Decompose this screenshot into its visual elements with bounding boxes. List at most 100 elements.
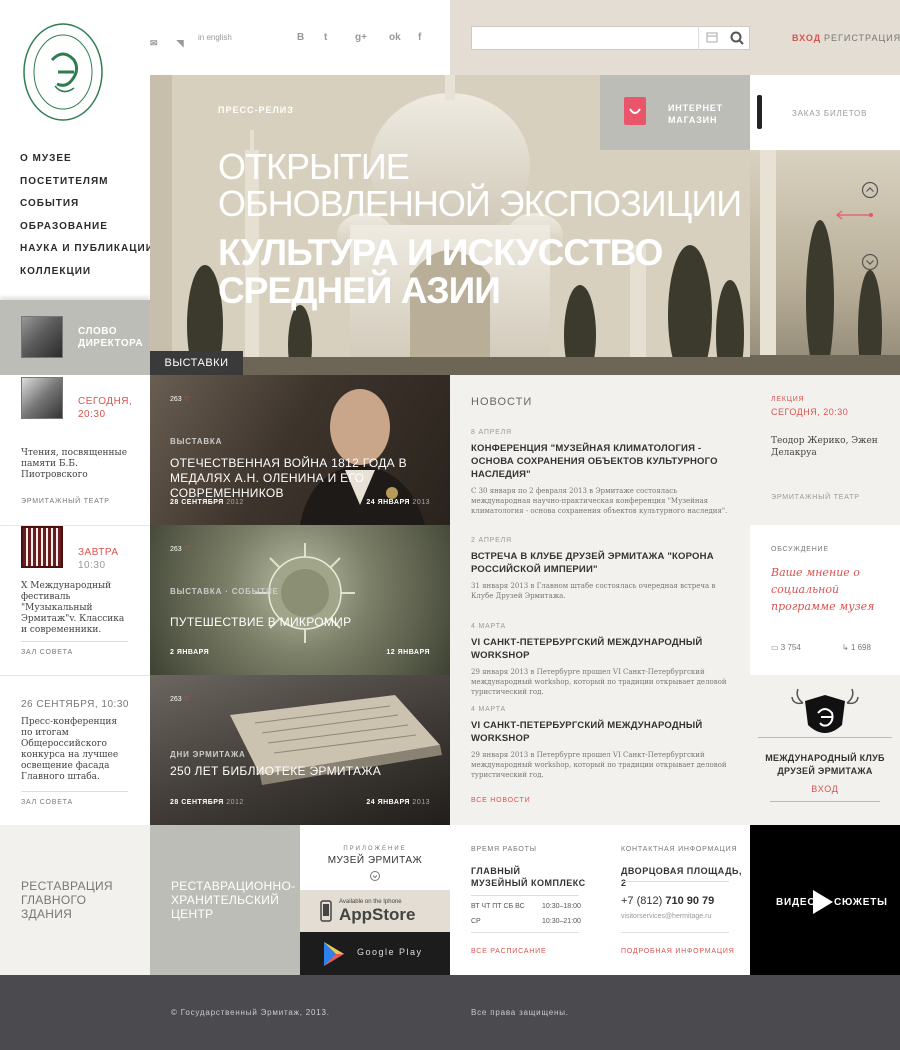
ticket-order-button[interactable]: ЗАКАЗ БИЛЕТОВ (750, 75, 900, 150)
comments-count: ▭ 3 754 (771, 643, 801, 652)
club-title-line1: МЕЖДУНАРОДНЫЙ КЛУБ (765, 753, 885, 763)
feature-tile[interactable]: 263 ♡ ДНИ ЭРМИТАЖА 250 ЛЕТ БИБЛИОТЕКЕ ЭР… (150, 675, 450, 825)
restoration-line3: ЗДАНИЯ (21, 907, 73, 921)
search-button[interactable] (724, 26, 750, 50)
hours-time: 10:30–18:00 (542, 903, 581, 910)
news-item[interactable]: 4 МАРТА VI САНКТ-ПЕТЕРБУРГСКИЙ МЕЖДУНАРО… (471, 705, 731, 780)
event-thumbnail (21, 526, 63, 568)
calendar-icon (706, 32, 718, 43)
google-play-icon (324, 942, 344, 966)
news-item[interactable]: 2 АПРЕЛЯ ВСТРЕЧА В КЛУБЕ ДРУЗЕЙ ЭРМИТАЖА… (471, 536, 731, 601)
hours-days: СР (471, 918, 481, 925)
ticket-toggle-handle[interactable] (757, 95, 762, 129)
divider (770, 801, 880, 802)
vk-icon[interactable]: B (297, 31, 304, 45)
news-title[interactable]: ВСТРЕЧА В КЛУБЕ ДРУЗЕЙ ЭРМИТАЖА "КОРОНА … (471, 550, 731, 576)
restoration-center-tile[interactable]: РЕСТАВРАЦИОННО- ХРАНИТЕЛЬСКИЙ ЦЕНТР (150, 825, 300, 975)
event-place[interactable]: ЗАЛ СОВЕТА (21, 648, 73, 657)
heart-icon[interactable]: ♡ (184, 546, 190, 553)
restoration-line1: РЕСТАВРАЦИЯ (21, 879, 113, 893)
tile-title: ОТЕЧЕСТВЕННАЯ ВОЙНА 1812 ГОДА В МЕДАЛЯХ … (170, 456, 407, 500)
online-shop-button[interactable]: ИНТЕРНЕТ МАГАЗИН (600, 75, 750, 150)
lecture-card[interactable]: ЛЕКЦИЯ СЕГОДНЯ, 20:30 Теодор Жерико, Эже… (750, 375, 900, 525)
director-word-block[interactable]: СЛОВО ДИРЕКТОРА (0, 300, 150, 375)
ticket-order-label: ЗАКАЗ БИЛЕТОВ (792, 109, 868, 118)
discussion-question[interactable]: Ваше мнение о социальной программе музея (771, 564, 891, 615)
news-item[interactable]: 8 АПРЕЛЯ КОНФЕРЕНЦИЯ "МУЗЕЙНАЯ КЛИМАТОЛО… (471, 428, 731, 516)
video-stories-tile[interactable]: ВИДЕО СЮЖЕТЫ (750, 825, 900, 975)
arrow-left-icon (836, 210, 873, 220)
news-date: 8 АПРЕЛЯ (471, 429, 512, 436)
left-event-card[interactable]: 26 СЕНТЯБРЯ, 10:30 Пресс-конференция по … (0, 675, 150, 825)
twitter-icon[interactable]: t (324, 31, 327, 45)
contacts-phone[interactable]: +7 (812) 710 90 79 (621, 894, 714, 908)
chevron-up-icon (861, 181, 879, 199)
slider-down-button[interactable] (861, 253, 879, 271)
shopping-bag-icon (624, 97, 646, 125)
slider-up-button[interactable] (861, 181, 879, 199)
calendar-button[interactable] (698, 26, 724, 50)
news-title[interactable]: VI САНКТ-ПЕТЕРБУРГСКИЙ МЕЖДУНАРОДНЫЙ WOR… (471, 636, 731, 662)
hours-time: 10:30–21:00 (542, 918, 581, 925)
login-link[interactable]: ВХОД (792, 32, 821, 44)
nav-item-events[interactable]: СОБЫТИЯ (20, 193, 154, 216)
lecture-place[interactable]: ЭРМИТАЖНЫЙ ТЕАТР (771, 493, 860, 502)
club-enter-link[interactable]: ВХОД (750, 783, 900, 795)
divider (471, 895, 579, 896)
event-place[interactable]: ЗАЛ СОВЕТА (21, 798, 73, 807)
heart-icon[interactable]: ♡ (184, 396, 190, 403)
nav-item-visitors[interactable]: ПОСЕТИТЕЛЯМ (20, 171, 154, 194)
event-text: Чтения, посвященные памяти Б.Б. Пиотровс… (21, 448, 128, 480)
all-schedule-link[interactable]: ВСЕ РАСПИСАНИЕ (471, 947, 546, 956)
restoration-tile[interactable]: РЕСТАВРАЦИЯ ГЛАВНОГО ЗДАНИЯ (0, 825, 150, 975)
divider (21, 791, 128, 792)
play-icon (813, 890, 833, 914)
friends-club-card[interactable]: МЕЖДУНАРОДНЫЙ КЛУБ ДРУЗЕЙ ЭРМИТАЖА ВХОД (750, 675, 900, 825)
google-plus-icon[interactable]: g+ (355, 31, 367, 45)
news-panel: НОВОСТИ 8 АПРЕЛЯ КОНФЕРЕНЦИЯ "МУЗЕЙНАЯ К… (450, 375, 750, 825)
divider (21, 641, 128, 642)
discussion-kind: ОБСУЖДЕНИЕ (771, 546, 829, 553)
news-summary: 31 января 2013 в Главном штабе состоялас… (471, 582, 716, 600)
hermitage-logo[interactable] (22, 22, 104, 122)
event-when-line1: ЗАВТРА (78, 547, 119, 558)
language-link[interactable]: in english (198, 33, 232, 43)
odnoklassniki-icon[interactable]: ok (389, 31, 401, 45)
news-summary: 29 января 2013 в Петербурге прошел VI Са… (471, 668, 727, 696)
news-title[interactable]: КОНФЕРЕНЦИЯ "МУЗЕЙНАЯ КЛИМАТОЛОГИЯ - ОСН… (471, 442, 731, 481)
tile-date-start: 28 СЕНТЯБРЯ 2012 (170, 499, 244, 506)
appstore-button[interactable]: Available on the Iphone AppStore (300, 890, 450, 932)
event-when-line2: 10:30 (78, 560, 106, 571)
discussion-card[interactable]: ОБСУЖДЕНИЕ Ваше мнение о социальной прог… (750, 525, 900, 675)
section-tab-exhibitions[interactable]: ВЫСТАВКИ (150, 351, 243, 375)
news-title[interactable]: VI САНКТ-ПЕТЕРБУРГСКИЙ МЕЖДУНАРОДНЫЙ WOR… (471, 719, 731, 745)
heart-icon[interactable]: ♡ (184, 696, 190, 703)
mail-icon[interactable]: ✉ (150, 36, 158, 50)
register-link[interactable]: РЕГИСТРАЦИЯ (824, 32, 900, 44)
hours-place-line1: ГЛАВНЫЙ (471, 866, 521, 876)
more-info-link[interactable]: ПОДРОБНАЯ ИНФОРМАЦИЯ (621, 947, 735, 956)
tile-title: ПУТЕШЕСТВИЕ В МИКРОМИР (170, 615, 352, 629)
event-place[interactable]: ЭРМИТАЖНЫЙ ТЕАТР (21, 497, 110, 506)
news-item[interactable]: 4 МАРТА VI САНКТ-ПЕТЕРБУРГСКИЙ МЕЖДУНАРО… (471, 622, 731, 697)
google-play-button[interactable]: Google Play (300, 932, 450, 975)
likes-count: 263 ♡ (170, 396, 190, 403)
divider (758, 737, 892, 738)
feature-tile[interactable]: 263 ♡ ВЫСТАВКА ОТЕЧЕСТВЕННАЯ ВОЙНА 1812 … (150, 375, 450, 525)
event-when: 26 СЕНТЯБРЯ, 10:30 (21, 699, 129, 710)
slider-prev-arrow[interactable] (835, 208, 877, 222)
all-news-link[interactable]: ВСЕ НОВОСТИ (471, 796, 530, 805)
contacts-email[interactable]: visitorservices@hermitage.ru (621, 912, 711, 921)
tile-date-start: 28 СЕНТЯБРЯ 2012 (170, 799, 244, 806)
rss-icon[interactable]: ◥ (177, 36, 184, 50)
feature-tile[interactable]: 263 ♡ ВЫСТАВКА · СОБЫТИЕ ПУТЕШЕСТВИЕ В М… (150, 525, 450, 675)
left-event-card[interactable]: СЕГОДНЯ, 20:30 Чтения, посвященные памят… (0, 375, 150, 525)
comment-icon: ▭ (771, 643, 779, 652)
nav-item-collections[interactable]: КОЛЛЕКЦИИ (20, 261, 154, 284)
left-event-card[interactable]: ЗАВТРА 10:30 X Международный фестиваль "… (0, 525, 150, 675)
news-summary: 29 января 2013 в Петербурге прошел VI Са… (471, 751, 727, 779)
nav-item-science[interactable]: НАУКА И ПУБЛИКАЦИИ (20, 238, 154, 261)
nav-item-education[interactable]: ОБРАЗОВАНИЕ (20, 216, 154, 239)
nav-item-about[interactable]: О МУЗЕЕ (20, 148, 154, 171)
facebook-icon[interactable]: f (418, 31, 421, 45)
